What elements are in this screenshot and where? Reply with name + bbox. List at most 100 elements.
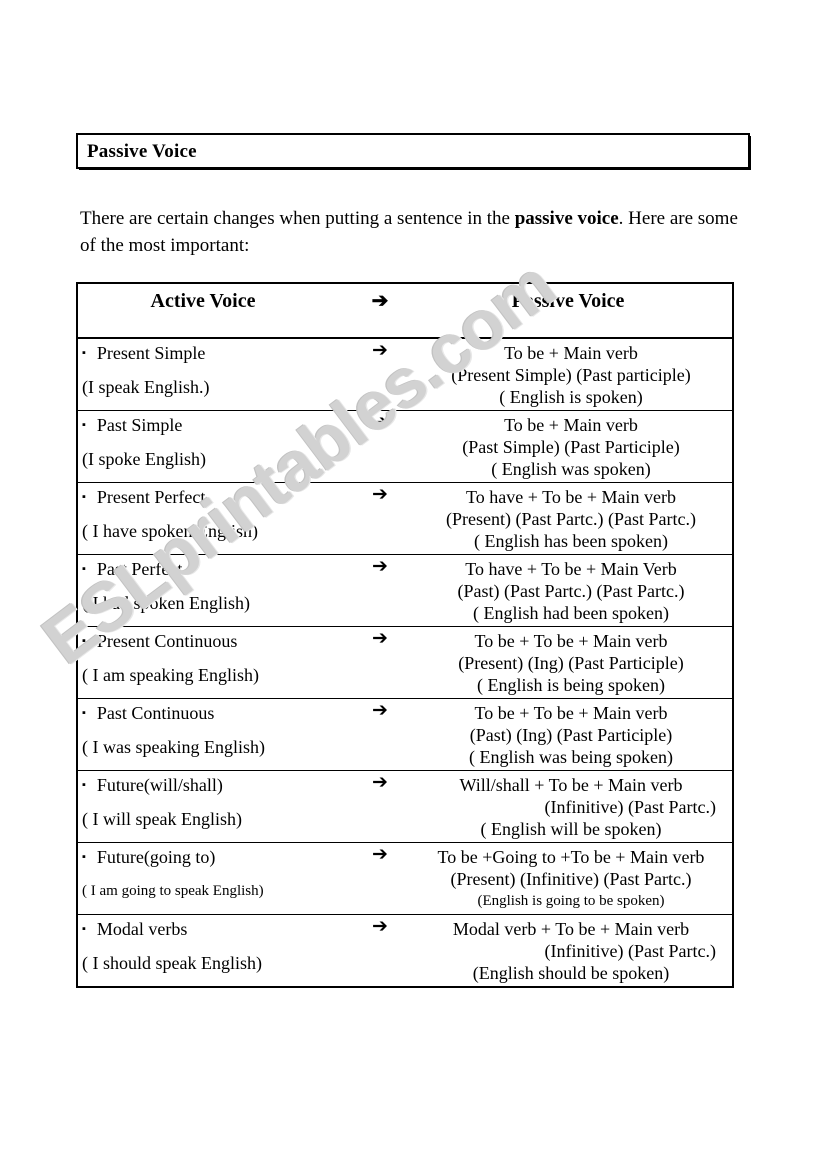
- row-arrow-icon: ➔: [372, 843, 388, 865]
- bullet-icon: ▪: [82, 707, 86, 719]
- table-row: ▪ Future(will/shall) ( I will speak Englis…: [78, 770, 732, 843]
- passive-example: ( English is being spoken): [477, 675, 665, 695]
- passive-cell-content: To be + To be + Main verb (Past) (Ing) (P…: [410, 699, 732, 770]
- active-cell-content: ▪ Future(will/shall) ( I will speak Englis…: [78, 771, 350, 832]
- passive-voice-cell: To have + To be + Main verb (Present) (Pa…: [410, 482, 732, 555]
- active-cell-content: ▪ Present Simple (I speak English.): [78, 339, 350, 400]
- passive-formula: To be +Going to +To be + Main verb: [437, 847, 705, 867]
- bullet-icon: ▪: [82, 923, 86, 935]
- active-cell-content: ▪ Past Continuous ( I was speaking English…: [78, 699, 350, 760]
- passive-formula: To have + To be + Main verb: [466, 487, 676, 507]
- table-row: ▪ Present Simple (I speak English.) ➔ To be …: [78, 337, 732, 411]
- passive-cell-content: Will/shall + To be + Main verb (Infinitiv…: [410, 771, 732, 842]
- active-tense-line: ▪ Present Perfect: [82, 486, 350, 508]
- passive-example: ( English had been spoken): [473, 603, 669, 623]
- table-row: ▪ Present Continuous ( I am speaking Engli…: [78, 626, 732, 699]
- active-example: (I speak English.): [82, 377, 210, 397]
- active-example: ( I have spoken English): [82, 521, 258, 541]
- active-voice-cell: ▪ Past Continuous ( I was speaking English…: [78, 698, 350, 771]
- active-voice-cell: ▪ Future(going to) ( I am going to speak E…: [78, 842, 350, 915]
- column-header-active-voice: Active Voice: [150, 290, 256, 312]
- active-voice-cell: ▪ Modal verbs ( I should speak English): [78, 914, 350, 986]
- row-arrow-icon: ➔: [372, 915, 388, 937]
- table-header-row: Active Voice ➔ Passive Voice: [78, 284, 732, 339]
- passive-cell-content: To have + To be + Main Verb (Past) (Past …: [410, 555, 732, 626]
- row-arrow-icon: ➔: [372, 699, 388, 721]
- active-tense-line: ▪ Present Simple: [82, 342, 350, 364]
- bullet-icon: ▪: [82, 563, 86, 575]
- passive-formula-parts: (Infinitive) (Past Partc.): [544, 941, 716, 961]
- row-spacer: [82, 940, 350, 952]
- passive-example: ( English is spoken): [499, 387, 643, 407]
- table-row: ▪ Modal verbs ( I should speak English) ➔ Mo…: [78, 914, 732, 986]
- arrow-cell: ➔: [350, 842, 410, 915]
- table-row: ▪ Future(going to) ( I am going to speak E…: [78, 842, 732, 915]
- row-spacer: [82, 868, 350, 880]
- row-arrow-icon: ➔: [372, 411, 388, 433]
- active-tense-line: ▪ Past Simple: [82, 414, 350, 436]
- row-spacer: [82, 580, 350, 592]
- bullet-icon: ▪: [82, 491, 86, 503]
- intro-paragraph: There are certain changes when putting a…: [80, 205, 748, 259]
- header-arrow-icon: ➔: [371, 290, 389, 312]
- passive-cell-content: To be + To be + Main verb (Present) (Ing)…: [410, 627, 732, 698]
- active-tense-label: Future(will/shall): [96, 775, 223, 795]
- arrow-cell: ➔: [350, 554, 410, 627]
- passive-voice-cell: To be + Main verb (Present Simple) (Past …: [410, 337, 732, 411]
- row-arrow-icon: ➔: [372, 339, 388, 361]
- arrow-cell: ➔: [350, 626, 410, 699]
- passive-formula-parts: (Past) (Past Partc.) (Past Partc.): [457, 581, 685, 601]
- passive-formula-parts: (Present) (Past Partc.) (Past Partc.): [446, 509, 696, 529]
- bullet-icon: ▪: [82, 347, 86, 359]
- passive-cell-content: Modal verb + To be + Main verb (Infinitiv…: [410, 915, 732, 986]
- active-tense-label: Future(going to): [96, 847, 216, 867]
- passive-formula-parts: (Past Simple) (Past Participle): [462, 437, 680, 457]
- table-row: ▪ Past Continuous ( I was speaking English…: [78, 698, 732, 771]
- passive-cell-content: To be + Main verb (Past Simple) (Past Par…: [410, 411, 732, 482]
- passive-voice-cell: Will/shall + To be + Main verb (Infinitiv…: [410, 770, 732, 843]
- active-cell-content: ▪ Present Perfect ( I have spoken English): [78, 483, 350, 544]
- column-header-passive-voice: Passive Voice: [511, 290, 625, 312]
- arrow-cell: ➔: [350, 410, 410, 483]
- active-example: ( I will speak English): [82, 809, 242, 829]
- active-tense-label: Present Continuous: [96, 631, 238, 651]
- active-example: ( I was speaking English): [82, 737, 265, 757]
- passive-cell-content: To be + Main verb (Present Simple) (Past …: [410, 339, 732, 410]
- bullet-icon: ▪: [82, 779, 86, 791]
- passive-formula-parts: (Present Simple) (Past participle): [451, 365, 691, 385]
- active-voice-cell: ▪ Past Simple (I spoke English): [78, 410, 350, 483]
- active-cell-content: ▪ Past Perfect ( I had spoken English): [78, 555, 350, 616]
- passive-formula: To be + To be + Main verb: [474, 631, 668, 651]
- active-tense-label: Modal verbs: [96, 919, 188, 939]
- passive-voice-cell: To be +Going to +To be + Main verb (Prese…: [410, 842, 732, 915]
- active-example: ( I had spoken English): [82, 593, 250, 613]
- passive-formula: Will/shall + To be + Main verb: [459, 775, 683, 795]
- active-tense-label: Present Simple: [96, 343, 206, 363]
- active-voice-cell: ▪ Present Simple (I speak English.): [78, 337, 350, 411]
- table-row: ▪ Past Simple (I spoke English) ➔ To be + Ma…: [78, 410, 732, 483]
- row-spacer: [82, 436, 350, 448]
- active-tense-label: Past Perfect: [96, 559, 183, 579]
- bullet-icon: ▪: [82, 635, 86, 647]
- passive-example: ( English was being spoken): [469, 747, 673, 767]
- passive-example: (English is going to be spoken): [477, 893, 665, 909]
- passive-example: ( English was spoken): [491, 459, 651, 479]
- passive-formula: To be + Main verb: [504, 415, 638, 435]
- passive-example: ( English will be spoken): [480, 819, 662, 839]
- active-cell-content: ▪ Future(going to) ( I am going to speak E…: [78, 843, 350, 904]
- passive-formula: To have + To be + Main Verb: [465, 559, 677, 579]
- active-cell-content: ▪ Present Continuous ( I am speaking Engli…: [78, 627, 350, 688]
- passive-voice-cell: To have + To be + Main Verb (Past) (Past …: [410, 554, 732, 627]
- active-example: (I spoke English): [82, 449, 206, 469]
- passive-voice-cell: Modal verb + To be + Main verb (Infinitiv…: [410, 914, 732, 986]
- active-tense-label: Past Continuous: [96, 703, 215, 723]
- passive-voice-cell: To be + To be + Main verb (Present) (Ing)…: [410, 626, 732, 699]
- passive-formula: Modal verb + To be + Main verb: [452, 919, 690, 939]
- active-voice-cell: ▪ Present Continuous ( I am speaking Engli…: [78, 626, 350, 699]
- passive-cell-content: To have + To be + Main verb (Present) (Pa…: [410, 483, 732, 554]
- row-arrow-icon: ➔: [372, 627, 388, 649]
- arrow-cell: ➔: [350, 914, 410, 986]
- passive-formula-parts: (Present) (Infinitive) (Past Partc.): [450, 869, 692, 889]
- passive-formula: To be + Main verb: [504, 343, 638, 363]
- row-spacer: [82, 652, 350, 664]
